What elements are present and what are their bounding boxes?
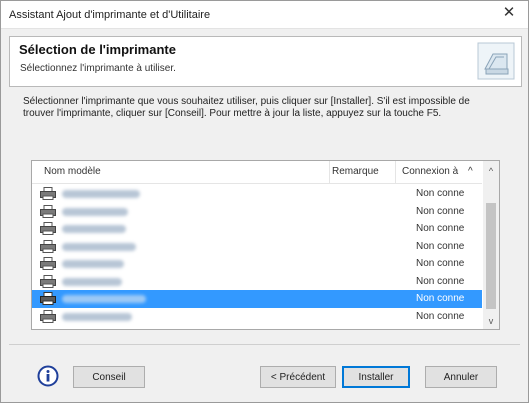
page-title: Sélection de l'imprimante bbox=[19, 42, 176, 57]
page-subtitle: Sélectionnez l'imprimante à utiliser. bbox=[20, 63, 176, 74]
table-row[interactable]: Non conne bbox=[32, 308, 482, 326]
printer-icon bbox=[40, 309, 56, 323]
printer-icon bbox=[40, 222, 56, 235]
printer-icon bbox=[40, 204, 56, 218]
model-name-redacted bbox=[62, 312, 132, 321]
header-panel: Sélection de l'imprimante Sélectionnez l… bbox=[9, 36, 522, 87]
scroll-up-icon[interactable]: ^ bbox=[483, 163, 499, 179]
instruction-text: Sélectionner l'imprimante que vous souha… bbox=[23, 96, 470, 119]
list-header: Nom modèle Remarque Connexion à ^ bbox=[32, 161, 482, 184]
table-row[interactable]: Non conne bbox=[32, 238, 482, 256]
printer-icon bbox=[40, 239, 56, 253]
table-row-selected[interactable]: Non conne bbox=[32, 290, 482, 308]
column-header-remark[interactable]: Remarque bbox=[332, 166, 379, 177]
scroll-thumb[interactable] bbox=[486, 203, 496, 309]
table-row[interactable]: Non conne bbox=[32, 273, 482, 291]
printer-icon bbox=[40, 187, 56, 200]
connection-cell: Non conne bbox=[416, 293, 465, 304]
annuler-button[interactable]: Annuler bbox=[425, 366, 497, 388]
sort-indicator-icon: ^ bbox=[468, 166, 473, 177]
column-header-connection[interactable]: Connexion à bbox=[402, 166, 458, 177]
printer-icon bbox=[40, 292, 56, 305]
connection-cell: Non conne bbox=[416, 310, 465, 322]
scroll-down-icon[interactable]: v bbox=[483, 313, 499, 329]
model-name-redacted bbox=[62, 260, 124, 268]
model-name-redacted bbox=[62, 277, 122, 286]
precedent-button[interactable]: < Précédent bbox=[260, 366, 336, 388]
column-separator bbox=[395, 161, 396, 183]
table-row[interactable]: Non conne bbox=[32, 220, 482, 238]
model-name-redacted bbox=[62, 295, 146, 303]
table-row[interactable]: Non conne bbox=[32, 203, 482, 221]
connection-cell: Non conne bbox=[416, 275, 465, 287]
close-button[interactable]: ✕ bbox=[500, 4, 518, 22]
title-bar: Assistant Ajout d'imprimante et d'Utilit… bbox=[1, 1, 528, 29]
printer-list[interactable]: Nom modèle Remarque Connexion à ^ Non co… bbox=[31, 160, 500, 330]
connection-cell: Non conne bbox=[416, 223, 465, 234]
connection-cell: Non conne bbox=[416, 258, 465, 269]
printer-rows: Non conne Non conne Non conne Non conne bbox=[32, 185, 482, 325]
printer-icon bbox=[40, 274, 56, 288]
table-row[interactable]: Non conne bbox=[32, 185, 482, 203]
installer-button[interactable]: Installer bbox=[342, 366, 410, 388]
printer-icon bbox=[40, 257, 56, 270]
footer-divider bbox=[9, 344, 520, 345]
column-header-model[interactable]: Nom modèle bbox=[44, 166, 101, 177]
column-separator bbox=[329, 161, 330, 183]
model-name-redacted bbox=[62, 207, 128, 216]
table-row[interactable]: Non conne bbox=[32, 255, 482, 273]
info-icon bbox=[37, 365, 59, 387]
window-title: Assistant Ajout d'imprimante et d'Utilit… bbox=[9, 9, 211, 21]
wizard-window: Assistant Ajout d'imprimante et d'Utilit… bbox=[0, 0, 529, 403]
connection-cell: Non conne bbox=[416, 205, 465, 217]
model-name-redacted bbox=[62, 242, 136, 251]
connection-cell: Non conne bbox=[416, 240, 465, 252]
model-name-redacted bbox=[62, 225, 126, 233]
vertical-scrollbar[interactable]: ^ v bbox=[483, 161, 499, 329]
printer-wizard-icon bbox=[477, 42, 515, 80]
connection-cell: Non conne bbox=[416, 188, 465, 199]
model-name-redacted bbox=[62, 190, 140, 198]
conseil-button[interactable]: Conseil bbox=[73, 366, 145, 388]
